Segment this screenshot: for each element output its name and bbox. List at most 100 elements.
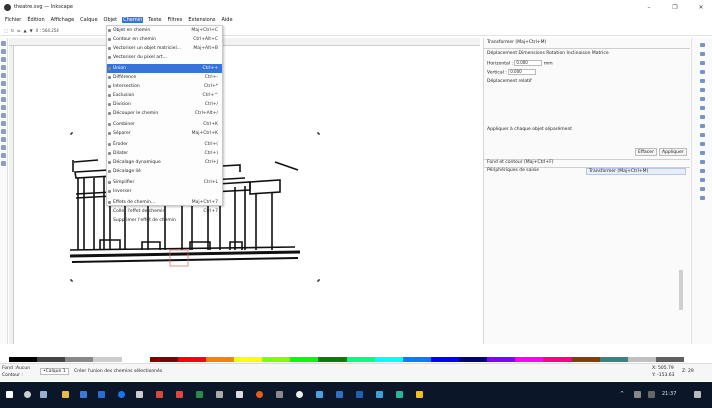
- panel-scrollbar[interactable]: [679, 270, 683, 310]
- menu-item-contour-en-chemin[interactable]: Contour en chemin Ctrl+Alt+C: [107, 35, 222, 44]
- transform-tabs[interactable]: Déplacement Dimensions Rotation Inclinai…: [487, 51, 609, 56]
- menu-item-vectoriser-pixel-art[interactable]: Vectoriser du pixel art...: [107, 53, 222, 62]
- menu-item-inverser[interactable]: Inverser: [107, 187, 222, 196]
- menu-fichier[interactable]: Fichier: [4, 17, 22, 23]
- swatch[interactable]: [599, 357, 628, 362]
- relative-move-checkbox[interactable]: Déplacement relatif: [487, 79, 532, 84]
- app-icon[interactable]: [296, 391, 303, 398]
- close-button[interactable]: ✕: [696, 4, 706, 11]
- swatch[interactable]: [346, 357, 375, 362]
- zoom-tool-icon[interactable]: [1, 65, 6, 70]
- copy-icon[interactable]: [699, 115, 705, 119]
- menu-item-decouper-chemin[interactable]: Découper le chemin Ctrl+Alt+/: [107, 109, 222, 118]
- new-document-icon[interactable]: [699, 43, 705, 47]
- 3dbox-tool-icon[interactable]: [1, 89, 6, 94]
- menu-chemin[interactable]: Chemin: [122, 17, 144, 23]
- menu-edition[interactable]: Édition: [26, 17, 45, 23]
- transform-panel-title[interactable]: Transformer (Maj+Ctrl+M): [487, 40, 546, 45]
- swatch[interactable]: [290, 357, 319, 362]
- swatch[interactable]: [571, 357, 600, 362]
- swatch[interactable]: [149, 357, 178, 362]
- swatch[interactable]: [459, 357, 488, 362]
- fill-indicator[interactable]: Aucun: [16, 366, 30, 371]
- maximize-button[interactable]: ❐: [670, 4, 680, 11]
- menu-item-dilater[interactable]: Dilater Ctrl+): [107, 149, 222, 158]
- search-icon[interactable]: [24, 391, 31, 398]
- notifications-icon[interactable]: [694, 391, 701, 398]
- import-icon[interactable]: [699, 79, 705, 83]
- swatch[interactable]: [262, 357, 291, 362]
- edge-icon[interactable]: [98, 391, 105, 398]
- xml-editor-icon[interactable]: [699, 196, 705, 200]
- swatch[interactable]: [487, 357, 516, 362]
- calligraphy-tool-icon[interactable]: [1, 137, 6, 142]
- horizontal-input[interactable]: 0.000: [514, 60, 543, 66]
- swatch[interactable]: [121, 357, 150, 362]
- menu-item-combiner[interactable]: Combiner Ctrl+K: [107, 120, 222, 129]
- menu-item-intersection[interactable]: Intersection Ctrl+*: [107, 82, 222, 91]
- gradient-tool-icon[interactable]: [1, 153, 6, 158]
- app-icon[interactable]: [356, 391, 363, 398]
- menu-calque[interactable]: Calque: [79, 17, 98, 23]
- menu-item-simplifier[interactable]: Simplifier Ctrl+L: [107, 178, 222, 187]
- ellipse-tool-icon[interactable]: [1, 97, 6, 102]
- store-icon[interactable]: [80, 391, 87, 398]
- menu-item-decalage-lie[interactable]: Décalage lié: [107, 167, 222, 176]
- layer-select[interactable]: •Calque 1: [40, 368, 69, 375]
- selector-tool-icon[interactable]: [1, 41, 6, 46]
- drawing-canvas[interactable]: [15, 47, 480, 344]
- menu-item-decalage-dynamique[interactable]: Décalage dynamique Ctrl+J: [107, 158, 222, 167]
- app-icon[interactable]: [136, 391, 143, 398]
- menu-item-exclusion[interactable]: Exclusion Ctrl+^: [107, 91, 222, 100]
- swatch[interactable]: [543, 357, 572, 362]
- swatch[interactable]: [65, 357, 94, 362]
- menu-item-effets-chemin[interactable]: Effets de chemin... Maj+Ctrl+7: [107, 198, 222, 207]
- app-icon[interactable]: [276, 391, 283, 398]
- pen-tool-icon[interactable]: [1, 129, 6, 134]
- app-icon[interactable]: [156, 391, 163, 398]
- swatch[interactable]: [655, 357, 684, 362]
- pencil-tool-icon[interactable]: [1, 121, 6, 126]
- horizontal-ruler[interactable]: [9, 38, 480, 46]
- open-icon[interactable]: [699, 52, 705, 56]
- print-icon[interactable]: [699, 70, 705, 74]
- duplicate-icon[interactable]: [699, 151, 705, 155]
- inkscape-taskbar-icon[interactable]: [416, 391, 423, 398]
- file-explorer-icon[interactable]: [62, 391, 69, 398]
- menu-filtres[interactable]: Filtres: [166, 17, 183, 23]
- app-icon[interactable]: [396, 391, 403, 398]
- app-icon[interactable]: [176, 391, 183, 398]
- export-icon[interactable]: [699, 88, 705, 92]
- menu-affichage[interactable]: Affichage: [50, 17, 76, 23]
- apply-each-checkbox[interactable]: Appliquer à chaque objet séparément: [487, 127, 572, 132]
- swatch[interactable]: [318, 357, 347, 362]
- menu-item-vectoriser-matriciel[interactable]: Vectoriser un objet matriciel... Maj+Alt+…: [107, 44, 222, 53]
- menu-item-eroder[interactable]: Éroder Ctrl+(: [107, 140, 222, 149]
- zoom-field[interactable]: Z: 29: [682, 369, 694, 374]
- star-tool-icon[interactable]: [1, 105, 6, 110]
- tray-chevron-icon[interactable]: ^: [620, 391, 624, 397]
- swatch[interactable]: [37, 357, 66, 362]
- zoom-in-icon[interactable]: [699, 133, 705, 137]
- keyboard-icon[interactable]: [648, 391, 655, 398]
- swatch[interactable]: [627, 357, 656, 362]
- menu-item-union[interactable]: Union Ctrl++: [107, 64, 222, 73]
- input-devices-tab[interactable]: Périphériques de saisie: [487, 168, 539, 173]
- task-view-icon[interactable]: [40, 391, 47, 398]
- spiral-tool-icon[interactable]: [1, 113, 6, 118]
- redo-icon[interactable]: [699, 106, 705, 110]
- clear-button[interactable]: Effacer: [635, 148, 657, 156]
- fill-stroke-panel-tab[interactable]: Fond et contour (Maj+Ctrl+F): [487, 160, 554, 165]
- menu-item-separer[interactable]: Séparer Maj+Ctrl+K: [107, 129, 222, 138]
- menu-item-division[interactable]: Division Ctrl+/: [107, 100, 222, 109]
- unit-select[interactable]: mm: [544, 62, 553, 67]
- menu-aide[interactable]: Aide: [221, 17, 234, 23]
- swatch[interactable]: [205, 357, 234, 362]
- menu-item-coller-effet[interactable]: Coller l'effet de chemin Ctrl+7: [107, 207, 222, 216]
- node-tool-icon[interactable]: [1, 49, 6, 54]
- vertical-input[interactable]: 0.000: [508, 69, 537, 75]
- group-icon[interactable]: [699, 160, 705, 164]
- menu-extensions[interactable]: Extensions: [187, 17, 216, 23]
- swatch[interactable]: [430, 357, 459, 362]
- app-icon[interactable]: [196, 391, 203, 398]
